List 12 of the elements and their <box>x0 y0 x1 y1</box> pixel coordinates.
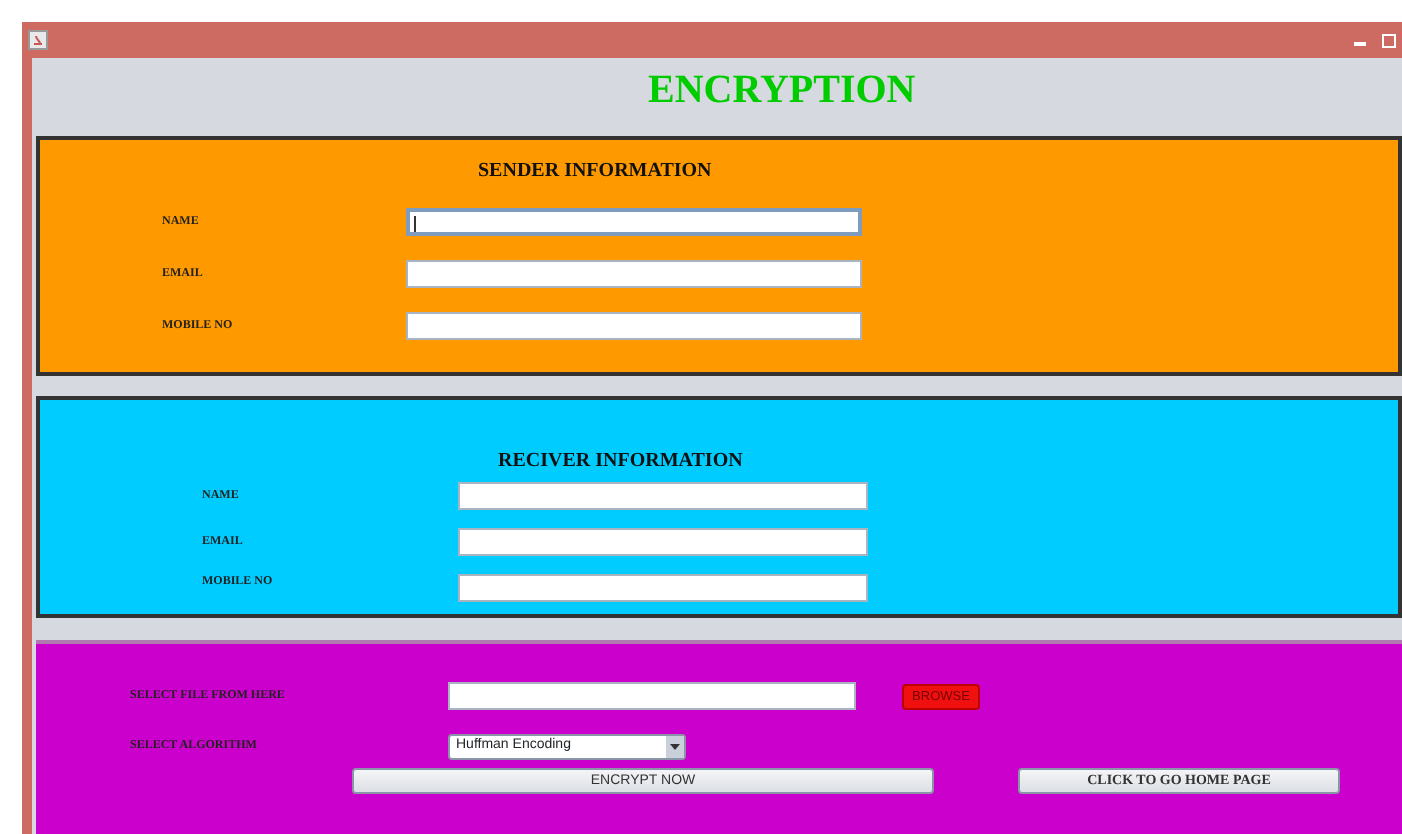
maximize-icon[interactable] <box>1382 33 1396 47</box>
text-field[interactable] <box>406 312 862 340</box>
app-icon <box>28 30 48 50</box>
file-path-field[interactable] <box>448 682 856 710</box>
panel-heading: SENDER INFORMATION <box>478 160 712 182</box>
panel-heading: RECIVER INFORMATION <box>498 450 743 472</box>
text-field[interactable] <box>458 528 868 556</box>
text-field[interactable] <box>406 208 862 236</box>
text-field[interactable] <box>458 482 868 510</box>
text-field[interactable] <box>406 260 862 288</box>
text-field[interactable] <box>458 574 868 602</box>
page-title: ENCRYPTION <box>648 68 916 112</box>
